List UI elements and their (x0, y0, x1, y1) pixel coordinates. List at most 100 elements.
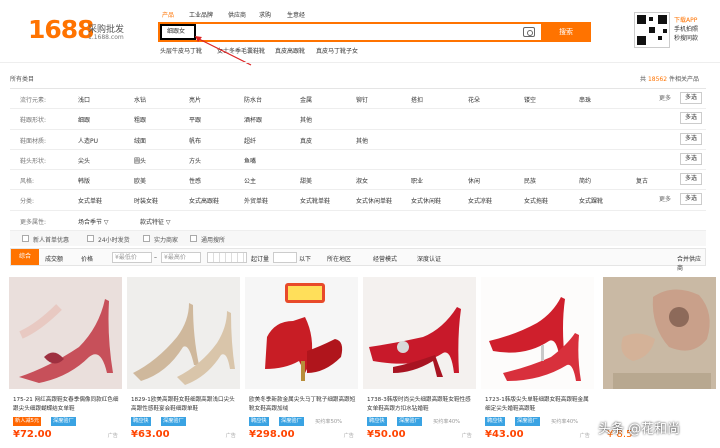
product-title[interactable]: 1738-3韩版时尚尖头细跟高跟鞋女鞋性感女单鞋高跟方扣水钻婚鞋 (367, 396, 475, 414)
product-title[interactable]: 175-21 网红高跟鞋女春季偶像同款红色细跟尖头细跟蝴蝶结女单鞋 (13, 396, 121, 414)
filter-option[interactable]: 甜美 (300, 176, 312, 185)
filter-option[interactable]: 镂空 (524, 95, 536, 104)
sort-price[interactable]: 价格 (81, 254, 93, 263)
camera-icon[interactable] (523, 27, 535, 37)
filter-option[interactable]: 女式拖鞋 (524, 196, 548, 205)
filter-option[interactable]: 简约 (579, 176, 591, 185)
filter-option[interactable]: 女式休闲单鞋 (356, 196, 392, 205)
tab-industrial[interactable]: 工业品牌 (189, 10, 213, 19)
product-title[interactable]: 1829-1欧美高跟鞋女鞋细跟高跟浅口尖头高跟性感鞋宴会鞋细跟单鞋 (131, 396, 239, 414)
tab-products[interactable]: 产品 (162, 10, 174, 19)
multi-select-button[interactable]: 多选 (680, 152, 702, 165)
filter-option[interactable]: 方头 (189, 156, 201, 165)
quick-price-slider[interactable] (207, 252, 247, 263)
filter-option[interactable]: 女式凉鞋 (468, 196, 492, 205)
product-card[interactable]: ¥ 8.5 (603, 277, 716, 440)
hot-term[interactable]: 真皮高跟靴 (275, 46, 305, 55)
merge-suppliers-toggle[interactable]: 合并供应商 (677, 254, 705, 272)
checkbox-label[interactable]: 24小时发货 (98, 235, 130, 244)
filter-option[interactable]: 圆头 (134, 156, 146, 165)
filter-option[interactable]: 民族 (524, 176, 536, 185)
filter-option[interactable]: 平跟 (189, 115, 201, 124)
search-button[interactable]: 搜索 (541, 22, 591, 42)
checkbox[interactable] (22, 235, 29, 242)
filter-option[interactable]: 鱼嘴 (244, 156, 256, 165)
filter-option[interactable]: 复古 (636, 176, 648, 185)
filter-option[interactable]: 女式高跟鞋 (189, 196, 219, 205)
multi-select-button[interactable]: 多选 (680, 173, 702, 186)
multi-select-button[interactable]: 多选 (680, 193, 702, 206)
filter-option[interactable]: 人造PU (78, 136, 98, 145)
filter-option[interactable]: 超纤 (244, 136, 256, 145)
filter-option[interactable]: 职业 (411, 176, 423, 185)
filter-option[interactable]: 防水台 (244, 95, 262, 104)
multi-select-button[interactable]: 多选 (680, 112, 702, 125)
filter-option[interactable]: 细跟 (78, 115, 90, 124)
checkbox[interactable] (87, 235, 94, 242)
sort-sales[interactable]: 成交额 (45, 254, 63, 263)
filter-dropdown[interactable]: 款式特征 ▽ (140, 217, 171, 226)
app-download-label[interactable]: 下载APP (674, 16, 697, 25)
product-title[interactable]: 1723-1韩版尖头单鞋细跟女鞋高跟鞋金属细定尖头婚鞋高跟鞋 (485, 396, 593, 414)
filter-option[interactable]: 其他 (300, 115, 312, 124)
product-image[interactable] (245, 277, 358, 389)
price-min-input[interactable]: ¥最低价 (112, 252, 152, 263)
filter-option[interactable]: 其他 (356, 136, 368, 145)
hot-term[interactable]: 真皮马丁靴子女 (316, 46, 358, 55)
filter-option[interactable]: 时装女鞋 (134, 196, 158, 205)
sort-comprehensive[interactable]: 综合 (11, 249, 39, 265)
product-card[interactable]: 1723-1韩版尖头单鞋细跟女鞋高跟鞋金属细定尖头婚鞋高跟鞋 聘应快 深度验厂 … (481, 277, 594, 440)
product-image[interactable] (9, 277, 122, 389)
filter-option[interactable]: 女式单鞋 (78, 196, 102, 205)
filter-option[interactable]: 女式休闲鞋 (411, 196, 441, 205)
product-card[interactable]: 1829-1欧美高跟鞋女鞋细跟高跟浅口尖头高跟性感鞋宴会鞋细跟单鞋 聘应快 深度… (127, 277, 240, 440)
product-title[interactable]: 欧美冬季新款金属尖头马丁靴子细跟高跟短靴女鞋高跟加绒 (249, 396, 357, 414)
product-card[interactable]: 1738-3韩版时尚尖头细跟高跟鞋女鞋性感女单鞋高跟方扣水钻婚鞋 聘应快 深度验… (363, 277, 476, 440)
multi-select-button[interactable]: 多选 (680, 92, 702, 104)
more-button[interactable]: 更多 (659, 194, 671, 203)
filter-option[interactable]: 性感 (189, 176, 201, 185)
tab-business[interactable]: 生意经 (287, 10, 305, 19)
filter-option[interactable]: 粗跟 (134, 115, 146, 124)
qr-code-icon[interactable] (634, 12, 670, 48)
filter-option[interactable]: 淑女 (356, 176, 368, 185)
filter-option[interactable]: 公主 (244, 176, 256, 185)
filter-option[interactable]: 尖头 (78, 156, 90, 165)
filter-option[interactable]: 串珠 (579, 95, 591, 104)
product-card[interactable]: 175-21 网红高跟鞋女春季偶像同款红色细跟尖头细跟蝴蝶结女单鞋 新人减5元 … (9, 277, 122, 440)
business-mode-dropdown[interactable]: 经营模式 (373, 254, 397, 263)
filter-option[interactable]: 真皮 (300, 136, 312, 145)
filter-option[interactable]: 水钻 (134, 95, 146, 104)
more-button[interactable]: 更多 (659, 93, 671, 102)
product-image[interactable] (481, 277, 594, 389)
product-image[interactable] (127, 277, 240, 389)
checkbox-label[interactable]: 新人首单优惠 (33, 235, 69, 244)
filter-option[interactable]: 女式踝靴 (579, 196, 603, 205)
filter-option[interactable]: 浅口 (78, 95, 90, 104)
min-order-input[interactable] (273, 252, 297, 263)
filter-option[interactable]: 帆布 (189, 136, 201, 145)
checkbox[interactable] (143, 235, 150, 242)
multi-select-button[interactable]: 多选 (680, 132, 702, 145)
checkbox[interactable] (190, 235, 197, 242)
search-query-text[interactable]: 细跟女 (160, 24, 196, 40)
filter-option[interactable]: 韩版 (78, 176, 90, 185)
filter-dropdown[interactable]: 场合季节 ▽ (78, 217, 109, 226)
checkbox-label[interactable]: 实力商家 (154, 235, 178, 244)
filter-option[interactable]: 休闲 (468, 176, 480, 185)
breadcrumb[interactable]: 所有类目 (10, 74, 34, 83)
filter-option[interactable]: 外贸单鞋 (244, 196, 268, 205)
checkbox-label[interactable]: 通用搜所 (201, 235, 225, 244)
filter-option[interactable]: 搭扣 (411, 95, 423, 104)
product-image[interactable] (363, 277, 476, 389)
tab-suppliers[interactable]: 供应商 (228, 10, 246, 19)
filter-option[interactable]: 欧美 (134, 176, 146, 185)
filter-option[interactable]: 绒面 (134, 136, 146, 145)
filter-option[interactable]: 花朵 (468, 95, 480, 104)
price-max-input[interactable]: ¥最高价 (161, 252, 201, 263)
product-card[interactable]: 欧美冬季新款金属尖头马丁靴子细跟高跟短靴女鞋高跟加绒 聘应快 深度验厂 买约率5… (245, 277, 358, 440)
product-image[interactable] (603, 277, 716, 389)
filter-option[interactable]: 铆钉 (356, 95, 368, 104)
certification-dropdown[interactable]: 深度认证 (417, 254, 441, 263)
filter-option[interactable]: 酒杯跟 (244, 115, 262, 124)
